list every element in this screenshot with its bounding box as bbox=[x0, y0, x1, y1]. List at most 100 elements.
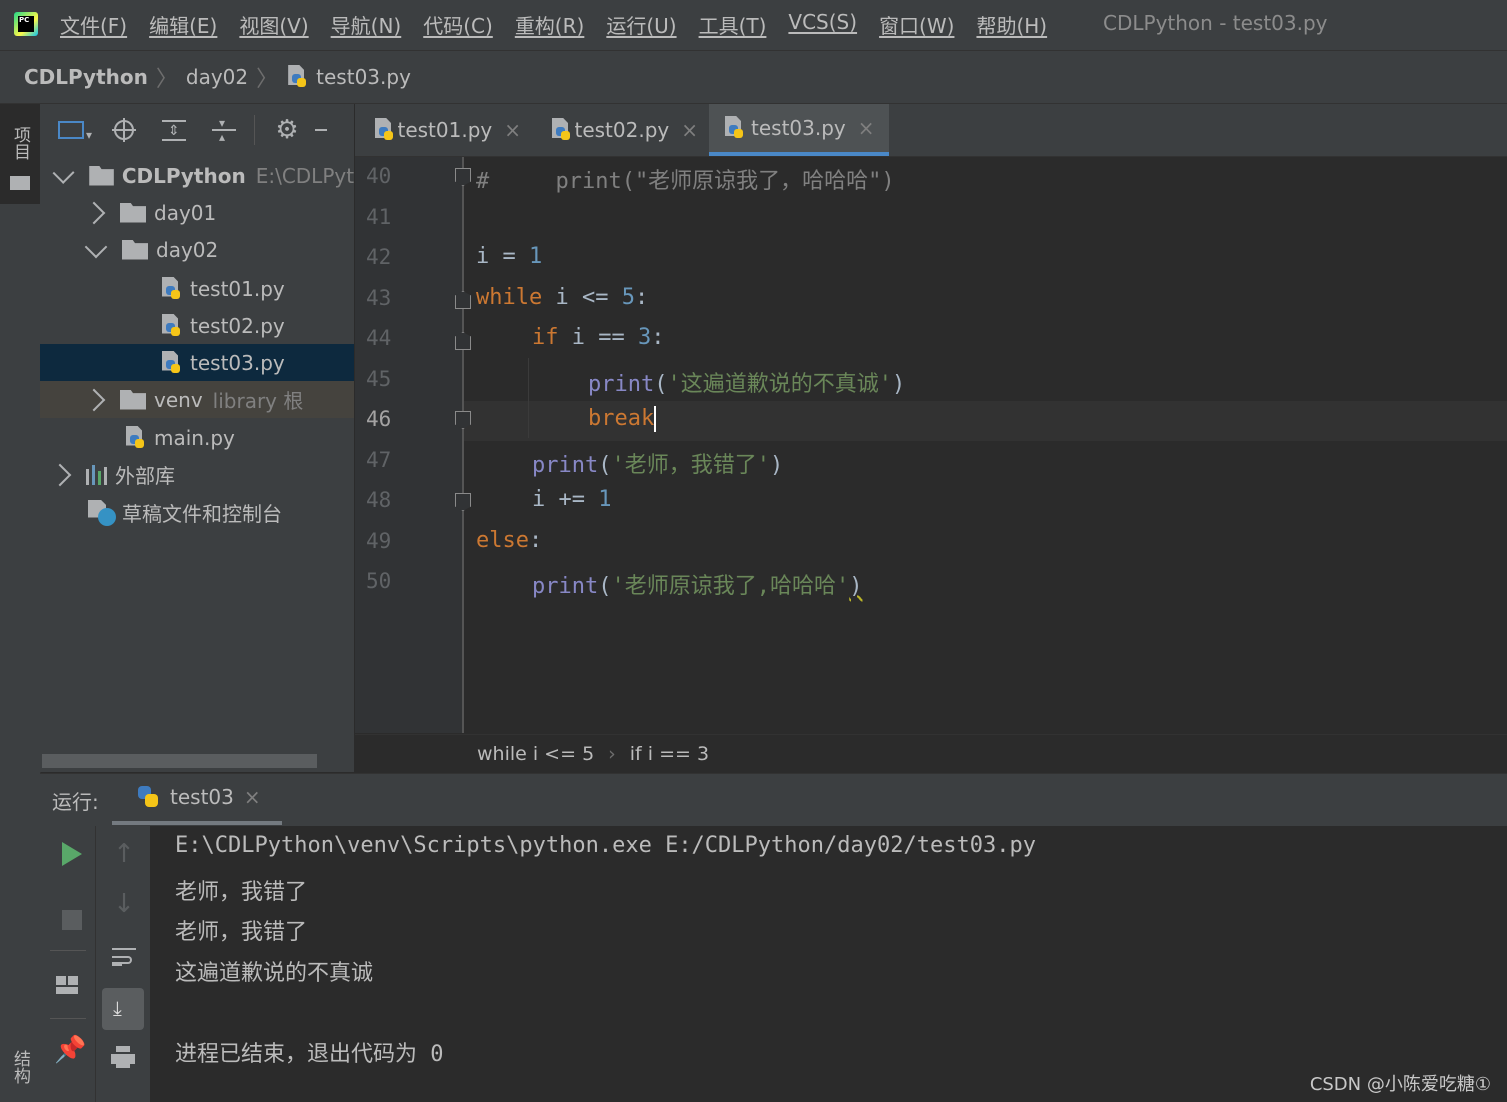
code-line-42: i = 1 bbox=[476, 244, 543, 269]
chevron-right-icon bbox=[82, 201, 106, 224]
left-tool-strip bbox=[0, 104, 41, 1102]
tree-item-external-libraries[interactable]: 外部库 bbox=[40, 456, 354, 493]
tree-root[interactable]: CDLPython E:\CDLPytl bbox=[40, 157, 354, 194]
python-file-icon bbox=[723, 116, 745, 140]
gear-icon[interactable]: ⚙ bbox=[275, 117, 299, 143]
view-mode-icon[interactable]: ▾ bbox=[58, 118, 98, 142]
line-number: 50 bbox=[366, 569, 392, 593]
python-file-icon bbox=[160, 313, 182, 338]
toolbar-divider bbox=[254, 115, 255, 145]
run-toolbar: 📌 ↑ ↓ ⤓ bbox=[40, 826, 150, 1102]
breadcrumb-separator-icon: 〉 bbox=[256, 67, 279, 92]
tab-label: test03.py bbox=[751, 116, 846, 140]
rerun-icon[interactable] bbox=[58, 840, 86, 868]
line-number: 42 bbox=[366, 245, 392, 269]
menu-help[interactable]: 帮助(H) bbox=[976, 10, 1047, 39]
editor-gutter bbox=[355, 157, 463, 733]
menu-edit[interactable]: 编辑(E) bbox=[149, 10, 217, 39]
tree-item-venv[interactable]: venv library 根 bbox=[40, 381, 354, 418]
console-line: E:\CDLPython\venv\Scripts\python.exe E:/… bbox=[175, 833, 1036, 858]
run-tab-test03[interactable]: test03 × bbox=[112, 773, 282, 825]
code-line-49: else: bbox=[476, 528, 543, 553]
python-file-icon bbox=[160, 350, 182, 375]
code-line-43: while i <= 5: bbox=[476, 285, 649, 310]
tree-item-day02[interactable]: day02 bbox=[40, 231, 354, 268]
chevron-down-icon bbox=[84, 235, 108, 258]
breadcrumb-separator-icon: 〉 bbox=[155, 67, 178, 92]
menu-file[interactable]: 文件(F) bbox=[60, 10, 127, 39]
menu-code[interactable]: 代码(C) bbox=[423, 10, 493, 39]
layout-icon[interactable] bbox=[54, 972, 82, 1000]
code-line-48: i += 1 bbox=[532, 487, 612, 512]
tree-item-main[interactable]: main.py bbox=[40, 419, 354, 456]
expand-all-icon[interactable]: ⇕ bbox=[162, 118, 186, 142]
stop-icon[interactable] bbox=[58, 906, 86, 934]
menu-run[interactable]: 运行(U) bbox=[606, 10, 676, 39]
print-icon[interactable] bbox=[110, 1044, 138, 1072]
menu-items: 文件(F) 编辑(E) 视图(V) 导航(N) 代码(C) 重构(R) 运行(U… bbox=[60, 10, 1069, 39]
tree-root-path: E:\CDLPytl bbox=[255, 163, 354, 188]
scroll-to-end-icon[interactable]: ⤓ bbox=[102, 988, 144, 1030]
navigation-bar: CDLPython 〉 day02 〉 test03.py bbox=[0, 51, 1507, 104]
code-line-46: break bbox=[588, 406, 657, 432]
menu-view[interactable]: 视图(V) bbox=[239, 10, 308, 39]
menu-tools[interactable]: 工具(T) bbox=[699, 10, 767, 39]
breadcrumb-folder[interactable]: day02 bbox=[186, 65, 248, 89]
gutter-separator bbox=[462, 157, 464, 733]
tree-item-suffix: library 根 bbox=[212, 389, 304, 413]
structure-tool-tab[interactable]: 结构 bbox=[8, 1050, 33, 1084]
minimize-icon[interactable] bbox=[315, 118, 327, 142]
code-line-50: print('老师原谅我了,哈哈哈') bbox=[532, 574, 863, 599]
close-icon[interactable]: × bbox=[244, 785, 261, 809]
tree-item-test03[interactable]: test03.py bbox=[40, 344, 354, 381]
project-horizontal-scrollbar[interactable] bbox=[42, 754, 317, 768]
menu-window[interactable]: 窗口(W) bbox=[879, 10, 954, 39]
line-number: 44 bbox=[366, 326, 392, 350]
close-icon[interactable]: × bbox=[858, 116, 875, 140]
down-arrow-icon[interactable]: ↓ bbox=[110, 890, 138, 918]
console-line: 老师，我错了 bbox=[175, 880, 308, 905]
python-file-icon bbox=[160, 276, 182, 301]
python-file-icon bbox=[124, 425, 146, 450]
code-breadcrumb-if[interactable]: if i == 3 bbox=[630, 743, 709, 765]
tree-item-label: 外部库 bbox=[115, 464, 175, 488]
close-icon[interactable]: × bbox=[504, 118, 521, 142]
line-number: 41 bbox=[366, 205, 392, 229]
tree-item-label: day01 bbox=[154, 200, 217, 225]
library-icon bbox=[86, 464, 107, 485]
menu-navigate[interactable]: 导航(N) bbox=[331, 10, 402, 39]
pin-icon[interactable]: 📌 bbox=[54, 1036, 86, 1064]
code-breadcrumb-while[interactable]: while i <= 5 bbox=[477, 743, 594, 765]
tab-test03[interactable]: test03.py × bbox=[709, 104, 889, 156]
watermark: CSDN @小陈爱吃糖① bbox=[1309, 1074, 1491, 1095]
console-line: 老师，我错了 bbox=[175, 920, 308, 945]
menu-refactor[interactable]: 重构(R) bbox=[515, 10, 585, 39]
python-file-icon bbox=[286, 65, 308, 89]
tree-root-name: CDLPython bbox=[121, 163, 246, 188]
editor-tab-bar: test01.py × test02.py × test03.py × bbox=[355, 104, 1507, 157]
tree-item-test01[interactable]: test01.py bbox=[40, 270, 354, 307]
tree-item-label: venv bbox=[154, 387, 203, 412]
console-line: 这遍道歉说的不真诚 bbox=[175, 961, 374, 986]
folder-icon bbox=[122, 239, 148, 260]
collapse-all-icon[interactable]: ▾ ▴ bbox=[212, 117, 236, 143]
soft-wrap-icon[interactable] bbox=[110, 944, 138, 972]
close-icon[interactable]: × bbox=[681, 118, 698, 142]
project-tool-label: 项目 bbox=[10, 126, 30, 160]
project-tool-tab[interactable]: 项目 bbox=[0, 104, 40, 204]
up-arrow-icon[interactable]: ↑ bbox=[110, 840, 138, 868]
tab-test02[interactable]: test02.py × bbox=[536, 104, 712, 156]
line-number: 47 bbox=[366, 448, 392, 472]
breadcrumb-project[interactable]: CDLPython bbox=[24, 65, 148, 89]
tree-item-scratches[interactable]: 草稿文件和控制台 bbox=[40, 494, 354, 531]
locate-icon[interactable] bbox=[112, 118, 136, 142]
menu-vcs[interactable]: VCS(S) bbox=[788, 10, 857, 39]
tab-test01[interactable]: test01.py × bbox=[359, 104, 535, 156]
scratches-icon bbox=[88, 499, 116, 526]
breadcrumb-file[interactable]: test03.py bbox=[316, 65, 411, 89]
tree-item-test02[interactable]: test02.py bbox=[40, 307, 354, 344]
line-number: 48 bbox=[366, 488, 392, 512]
indent-guide bbox=[528, 358, 529, 438]
tree-item-label: main.py bbox=[154, 425, 235, 450]
tree-item-day01[interactable]: day01 bbox=[40, 194, 354, 231]
